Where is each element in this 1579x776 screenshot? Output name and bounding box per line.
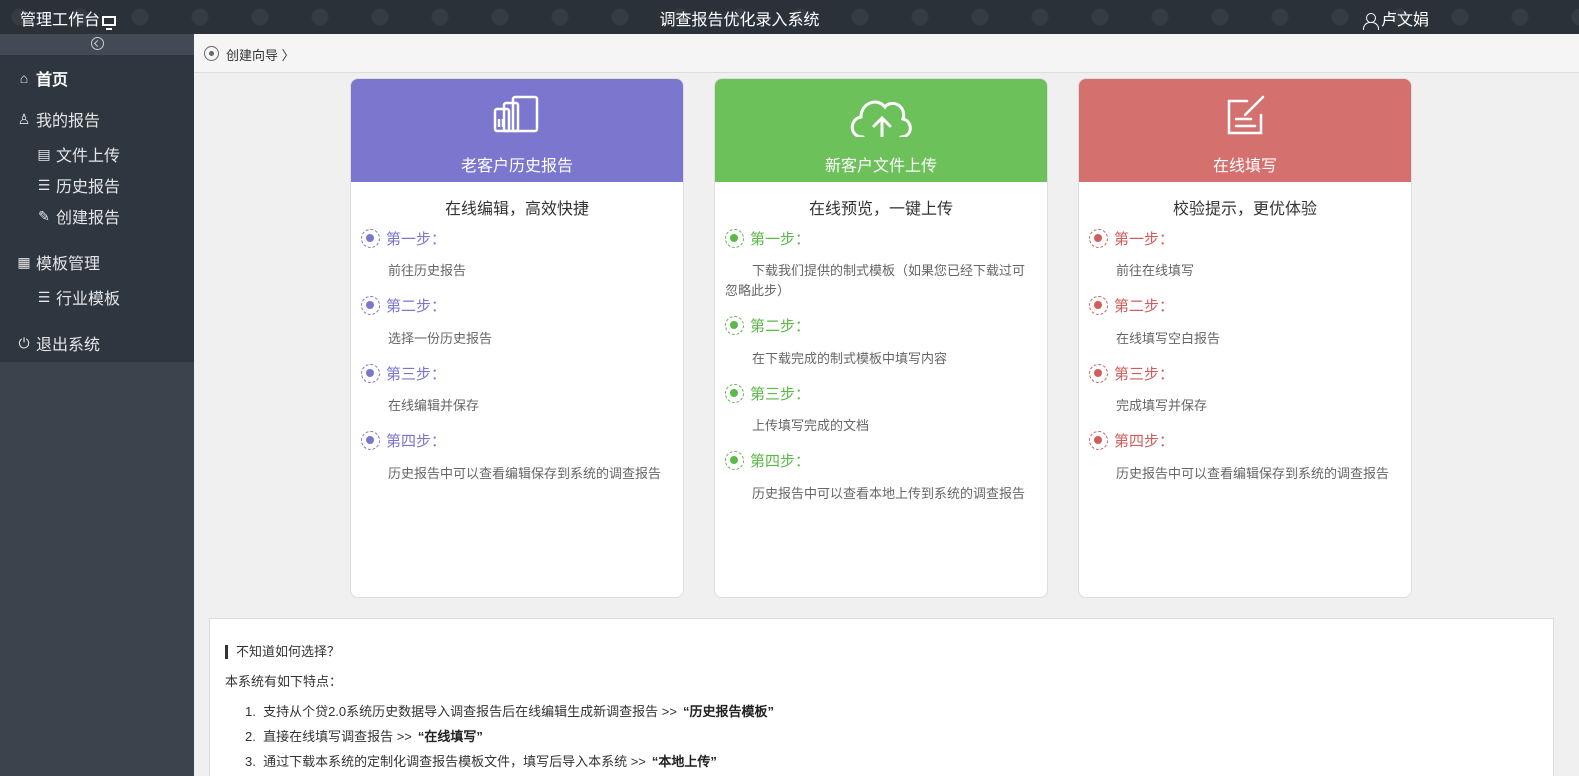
breadcrumb-item[interactable]: 创建向导 〉 (226, 45, 295, 64)
list-icon: ☰ (37, 176, 51, 193)
sidebar: ⌂ 首页 ♙ 我的报告 ▤ 文件上传 ☰ 历史报告 ✎ 创建报告 ▦ 模板管理 ☰ 行业模板 … (0, 34, 194, 362)
card-file-upload[interactable]: 新客户文件上传 在线预览，一键上传 第一步： 下载我们提供的制式模板（如果您已经… (714, 78, 1048, 598)
card-title: 在线填写 (1212, 158, 1277, 175)
user-name: 卢文娟 (1380, 12, 1429, 29)
sidebar-item-industry-templates[interactable]: ☰ 行业模板 (36, 285, 120, 309)
card-title: 新客户文件上传 (824, 158, 937, 175)
card-subtitle: 校验提示，更优体验 (1172, 201, 1317, 218)
step-bullet-icon (1089, 364, 1108, 383)
step-desc: 在下载完成的制式模板中填写内容 (752, 351, 948, 366)
card-header: 老客户历史报告 (351, 79, 683, 182)
step-label: 第二步： (725, 315, 810, 336)
feature-link[interactable]: “在线填写” (418, 729, 483, 744)
radio-dot-icon (204, 46, 219, 61)
step-label: 第一步： (361, 228, 446, 249)
cloud-upload-icon (850, 100, 912, 137)
feature-link[interactable]: “历史报告模板” (683, 704, 774, 719)
step-bullet-icon (361, 229, 380, 248)
list-icon: ☰ (37, 288, 51, 305)
info-heading: 不知道如何选择？ (225, 645, 340, 659)
sidebar-item-create-report[interactable]: ✎ 创建报告 (36, 204, 120, 228)
step-label: 第四步： (725, 450, 810, 471)
step-bullet-icon (361, 364, 380, 383)
main-scrollbar[interactable] (1571, 73, 1579, 776)
sidebar-item-label: 模板管理 (36, 256, 101, 273)
step-label: 第四步： (1089, 430, 1174, 451)
step-desc: 完成填写并保存 (1116, 398, 1208, 413)
home-icon: ⌂ (19, 70, 29, 86)
step-desc: 历史报告中可以查看编辑保存到系统的调查报告 (1116, 466, 1390, 481)
step-bullet-icon (725, 316, 744, 335)
step-desc: 下载我们提供的制式模板（如果您已经下载过可忽略此步） (725, 263, 1026, 298)
user-icon (1362, 13, 1379, 30)
template-icon: ▦ (17, 253, 31, 270)
edit-icon: ✎ (38, 207, 50, 224)
sidebar-collapse-button[interactable] (0, 34, 194, 55)
feature-item: 2. 直接在线填写调查报告 >> “在线填写” (245, 729, 483, 744)
sidebar-item-label: 我的报告 (36, 113, 101, 130)
step-bullet-icon (725, 229, 744, 248)
sidebar-item-logout[interactable]: ⏻ 退出系统 (16, 331, 100, 355)
card-header: 在线填写 (1079, 79, 1411, 182)
step-label: 第二步： (361, 295, 446, 316)
card-subtitle: 在线预览，一键上传 (808, 201, 953, 218)
sidebar-item-home[interactable]: ⌂ 首页 (16, 66, 68, 90)
step-label: 第四步： (361, 430, 446, 451)
sidebar-item-label: 文件上传 (56, 148, 121, 165)
sidebar-item-label: 行业模板 (56, 291, 121, 308)
copy-files-icon (493, 95, 539, 133)
feature-item: 1. 支持从个贷2.0系统历史数据导入调查报告后在线编辑生成新调查报告 >> “历… (245, 704, 774, 719)
step-desc: 历史报告中可以查看本地上传到系统的调查报告 (752, 486, 1026, 501)
step-desc: 上传填写完成的文档 (752, 418, 870, 433)
step-bullet-icon (1089, 431, 1108, 450)
step-desc: 在线编辑并保存 (388, 398, 480, 413)
card-history-report[interactable]: 老客户历史报告 在线编辑，高效快捷 第一步： 前往历史报告 第二步： 选择一份历… (350, 78, 684, 598)
step-desc: 历史报告中可以查看编辑保存到系统的调查报告 (388, 466, 662, 481)
step-desc: 前往历史报告 (388, 263, 467, 278)
sidebar-item-label: 退出系统 (36, 337, 101, 354)
step-label: 第一步： (725, 228, 810, 249)
info-panel: 不知道如何选择？ 本系统有如下特点： 1. 支持从个贷2.0系统历史数据导入调查… (209, 618, 1554, 776)
feature-item: 3. 通过下载本系统的定制化调查报告模板文件，填写后导入本系统 >> “本地上传” (245, 754, 717, 769)
card-subtitle: 在线编辑，高效快捷 (444, 201, 589, 218)
card-online-fill[interactable]: 在线填写 校验提示，更优体验 第一步： 前往在线填写 第二步： 在线填写空白报告… (1078, 78, 1412, 598)
step-bullet-icon (1089, 229, 1108, 248)
step-desc: 选择一份历史报告 (388, 331, 493, 346)
sidebar-item-label: 历史报告 (56, 179, 121, 196)
step-bullet-icon (725, 451, 744, 470)
step-label: 第三步： (361, 363, 446, 384)
sidebar-item-file-upload[interactable]: ▤ 文件上传 (36, 142, 120, 166)
user-icon: ♙ (17, 110, 31, 127)
step-label: 第三步： (725, 383, 810, 404)
step-bullet-icon (1089, 296, 1108, 315)
step-bullet-icon (361, 296, 380, 315)
step-label: 第三步： (1089, 363, 1174, 384)
step-label: 第二步： (1089, 295, 1174, 316)
power-icon: ⏻ (18, 334, 30, 351)
step-desc: 前往在线填写 (1116, 263, 1195, 278)
collapse-left-icon (90, 37, 104, 50)
user-menu[interactable]: 卢文娟 (1362, 6, 1429, 30)
edit-form-icon (1227, 95, 1265, 135)
top-bar: 管理工作台 调查报告优化录入系统 卢文娟 (0, 0, 1579, 34)
feature-link[interactable]: “本地上传” (652, 754, 717, 769)
sidebar-item-history-reports[interactable]: ☰ 历史报告 (36, 173, 120, 197)
card-header: 新客户文件上传 (715, 79, 1047, 182)
step-bullet-icon (725, 384, 744, 403)
step-desc: 在线填写空白报告 (1116, 331, 1221, 346)
sidebar-item-template-management[interactable]: ▦ 模板管理 (16, 250, 100, 274)
main-content: 老客户历史报告 在线编辑，高效快捷 第一步： 前往历史报告 第二步： 选择一份历… (194, 73, 1579, 776)
sidebar-item-label: 首页 (36, 72, 69, 89)
step-label: 第一步： (1089, 228, 1174, 249)
sidebar-item-label: 创建报告 (56, 210, 121, 227)
card-title: 老客户历史报告 (460, 158, 573, 175)
info-intro: 本系统有如下特点： (225, 674, 343, 689)
file-icon: ▤ (37, 145, 51, 162)
breadcrumb: 创建向导 〉 (194, 34, 1579, 73)
sidebar-item-my-reports[interactable]: ♙ 我的报告 (16, 107, 100, 131)
step-bullet-icon (361, 431, 380, 450)
app-title: 调查报告优化录入系统 (659, 12, 820, 29)
